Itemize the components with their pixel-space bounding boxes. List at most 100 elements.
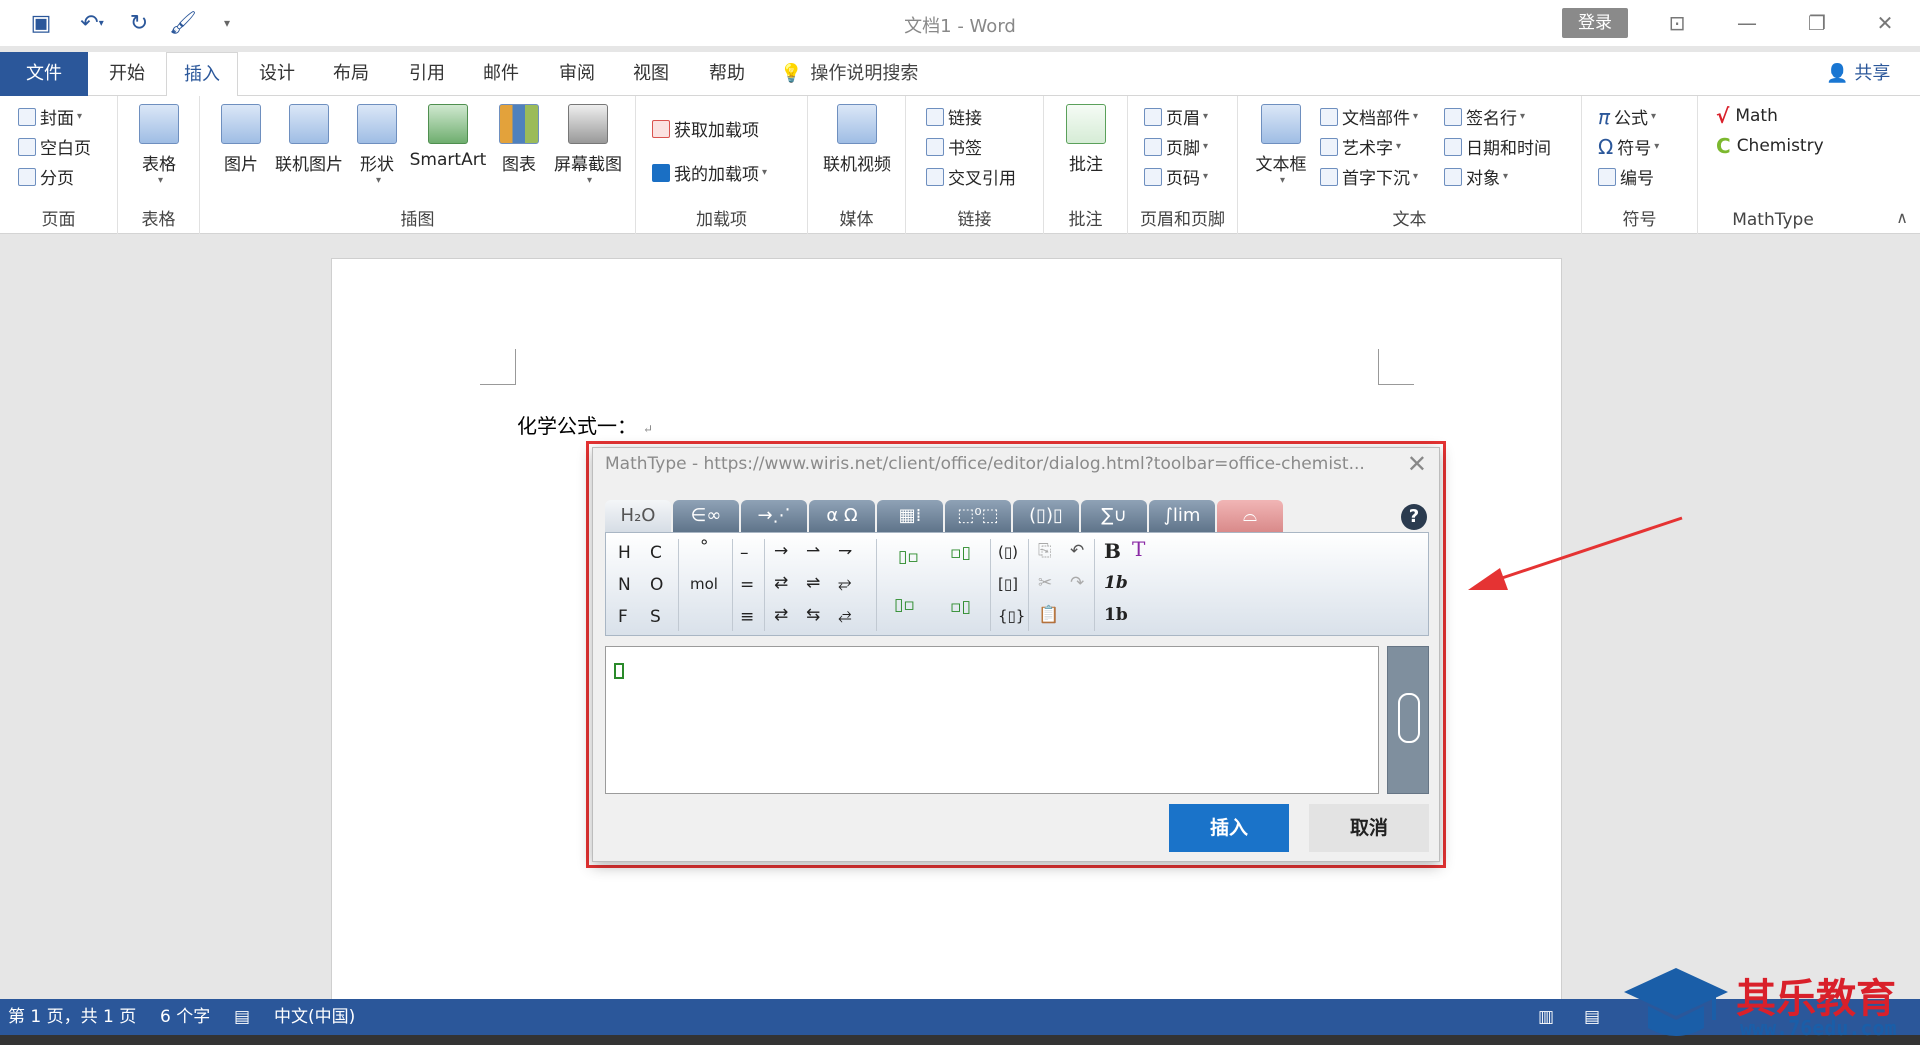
document-text[interactable]: 化学公式一： ↵ <box>517 410 653 439</box>
arrow-double-reverse[interactable]: ⇆ <box>806 605 820 625</box>
curly-brackets-template[interactable]: {▯} <box>998 607 1025 625</box>
minimize-icon[interactable]: — <box>1724 8 1770 38</box>
object-button[interactable]: 对象 ▾ <box>1444 164 1508 189</box>
dropcap-button[interactable]: 首字下沉 ▾ <box>1320 164 1418 189</box>
tab-calculus[interactable]: ∫lim <box>1149 500 1215 532</box>
tab-layout[interactable]: 布局 <box>322 52 380 96</box>
online-video-button[interactable]: 联机视频 <box>818 104 896 175</box>
undo-icon[interactable]: ↶ <box>1070 541 1084 561</box>
equation-button[interactable]: π 公式 ▾ <box>1598 104 1656 130</box>
shapes-button[interactable]: 形状 ▾ <box>352 104 402 186</box>
share-button[interactable]: 👤 共享 <box>1826 52 1890 96</box>
ribbon-display-options-icon[interactable]: ⊡ <box>1654 8 1700 38</box>
quick-parts-button[interactable]: 文档部件 ▾ <box>1320 104 1418 129</box>
mathtype-chemistry-button[interactable]: C Chemistry <box>1716 134 1824 158</box>
tab-review[interactable]: 审阅 <box>548 52 606 96</box>
tab-chemistry[interactable]: H₂O <box>605 500 671 532</box>
tab-home[interactable]: 开始 <box>98 52 156 96</box>
tab-help[interactable]: 帮助 <box>698 52 756 96</box>
copy-icon[interactable]: ⎘ <box>1038 541 1052 561</box>
double-bond[interactable]: = <box>740 575 754 595</box>
arrow-harpoons-long[interactable]: ⥂ <box>838 573 852 593</box>
word-count[interactable]: 6 个字 <box>160 999 210 1035</box>
arrow-harpoons[interactable]: ⇌ <box>806 573 820 593</box>
degree-symbol[interactable]: ° <box>700 537 709 557</box>
print-layout-icon[interactable]: ▤ <box>1584 999 1600 1035</box>
tab-mailings[interactable]: 邮件 <box>472 52 530 96</box>
smartart-button[interactable]: SmartArt <box>406 104 490 170</box>
tab-greek[interactable]: α Ω <box>809 500 875 532</box>
element-f[interactable]: F <box>618 607 628 627</box>
link-button[interactable]: 链接 <box>926 104 982 129</box>
tab-file[interactable]: 文件 <box>0 52 88 96</box>
bold-button[interactable]: B <box>1104 539 1121 563</box>
collapse-ribbon-icon[interactable]: ∧ <box>1896 208 1908 227</box>
tell-me-search[interactable]: 💡 操作说明搜索 <box>780 52 918 96</box>
symbol-button[interactable]: Ω 符号 ▾ <box>1598 134 1659 160</box>
tab-view[interactable]: 视图 <box>622 52 680 96</box>
subscript-left-template[interactable]: ▯▫ <box>898 547 919 567</box>
tab-design[interactable]: 设计 <box>248 52 306 96</box>
upright-button[interactable]: 1b <box>1104 605 1128 625</box>
single-bond[interactable]: – <box>740 543 749 563</box>
element-n[interactable]: N <box>618 575 631 595</box>
superscript-template[interactable]: ▫▯ <box>950 543 971 563</box>
table-button[interactable]: 表格 ▾ <box>132 104 186 186</box>
subscript-template[interactable]: ▫▯ <box>950 597 971 617</box>
tab-contextual[interactable]: ⌓ <box>1217 500 1283 532</box>
online-picture-button[interactable]: 联机图片 <box>270 104 348 175</box>
arrow-right-harpoon-down[interactable]: ⇁ <box>838 541 852 561</box>
paste-icon[interactable]: 📋 <box>1038 605 1059 625</box>
arrow-double[interactable]: ⇄ <box>774 605 788 625</box>
element-h[interactable]: H <box>618 543 631 563</box>
footer-button[interactable]: 页脚 ▾ <box>1144 134 1208 159</box>
language-indicator[interactable]: 中文(中国) <box>274 999 355 1035</box>
comment-button[interactable]: 批注 <box>1058 104 1114 175</box>
proofing-icon[interactable]: ▤ <box>234 999 250 1035</box>
picture-button[interactable]: 图片 <box>216 104 266 175</box>
cancel-button[interactable]: 取消 <box>1309 804 1429 852</box>
chart-button[interactable]: 图表 <box>494 104 544 175</box>
tab-matrices[interactable]: ▦⁞ <box>877 500 943 532</box>
tab-operators[interactable]: ∑∪ <box>1081 500 1147 532</box>
tab-insert[interactable]: 插入 <box>166 52 238 97</box>
insert-button[interactable]: 插入 <box>1169 804 1289 852</box>
number-button[interactable]: 编号 <box>1598 164 1654 189</box>
triple-bond[interactable]: ≡ <box>740 607 754 627</box>
restore-icon[interactable]: ❐ <box>1794 8 1840 38</box>
mol-symbol[interactable]: mol <box>690 575 718 593</box>
tab-arrows[interactable]: →⋰ <box>741 500 807 532</box>
login-button[interactable]: 登录 <box>1562 8 1628 38</box>
wordart-button[interactable]: 艺术字 ▾ <box>1320 134 1401 159</box>
arrow-right[interactable]: → <box>774 541 788 561</box>
mathtype-math-button[interactable]: √ Math <box>1716 104 1778 128</box>
screenshot-button[interactable]: 屏幕截图 ▾ <box>548 104 628 186</box>
datetime-button[interactable]: 日期和时间 <box>1444 134 1551 159</box>
text-mode-button[interactable]: T <box>1132 537 1145 561</box>
header-button[interactable]: 页眉 ▾ <box>1144 104 1208 129</box>
page-count[interactable]: 第 1 页，共 1 页 <box>8 999 136 1035</box>
help-icon[interactable]: ? <box>1401 504 1427 530</box>
arrow-equilibrium[interactable]: ⇄ <box>774 573 788 593</box>
redo-icon[interactable]: ↷ <box>1070 573 1084 593</box>
parentheses-template[interactable]: (▯) <box>998 543 1018 561</box>
italic-button[interactable]: 1b <box>1104 573 1128 593</box>
bookmark-button[interactable]: 书签 <box>926 134 982 159</box>
tab-scripts[interactable]: ⬚⁰⬚ <box>945 500 1011 532</box>
element-o[interactable]: O <box>650 575 663 595</box>
square-brackets-template[interactable]: [▯] <box>998 575 1018 593</box>
close-icon[interactable]: ✕ <box>1862 8 1908 38</box>
tab-references[interactable]: 引用 <box>398 52 456 96</box>
tab-brackets[interactable]: (▯)▯ <box>1013 500 1079 532</box>
cross-reference-button[interactable]: 交叉引用 <box>926 164 1016 189</box>
page-break-button[interactable]: 分页 <box>18 164 74 189</box>
read-mode-icon[interactable]: ▥ <box>1538 999 1554 1035</box>
dialog-close-icon[interactable]: ✕ <box>1407 450 1427 478</box>
presubscript-template[interactable]: ▯▫ <box>894 595 915 615</box>
cover-page-button[interactable]: 封面 ▾ <box>18 104 82 129</box>
blank-page-button[interactable]: 空白页 <box>18 134 91 159</box>
formula-editor[interactable] <box>605 646 1379 794</box>
tab-symbols[interactable]: ∈∞ <box>673 500 739 532</box>
handwriting-toggle[interactable] <box>1387 646 1429 794</box>
signature-line-button[interactable]: 签名行 ▾ <box>1444 104 1525 129</box>
